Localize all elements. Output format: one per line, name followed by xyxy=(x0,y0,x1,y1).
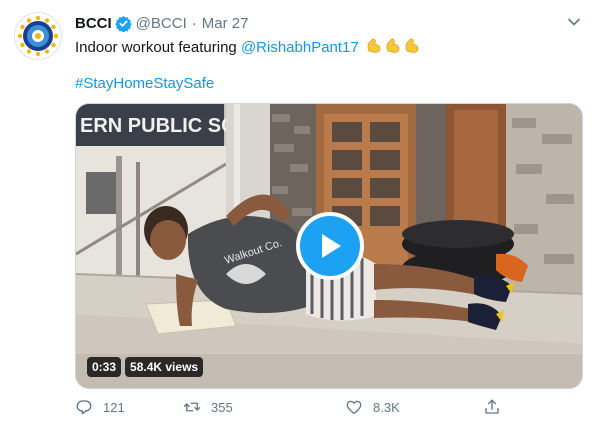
bcci-logo-icon xyxy=(16,14,60,58)
author-name[interactable]: BCCI xyxy=(75,15,112,32)
like-icon xyxy=(346,400,362,415)
avatar[interactable] xyxy=(14,12,62,60)
play-icon xyxy=(322,234,341,258)
tweet-date[interactable]: Mar 27 xyxy=(202,15,249,32)
tweet-card[interactable]: BCCI @BCCI · Mar 27 Indoor workout featu… xyxy=(0,0,595,426)
like-button[interactable]: 8.3K xyxy=(345,398,400,416)
share-icon xyxy=(485,399,499,414)
video-duration: 0:33 xyxy=(87,357,122,377)
video-player[interactable]: ERN PUBLIC SCHOO Walkout Co. 0:33 58.4K … xyxy=(75,103,583,389)
retweet-count: 355 xyxy=(211,399,233,415)
video-overlay: 0:33 58.4K views xyxy=(87,357,204,377)
view-count: 58.4K views xyxy=(125,357,204,377)
separator-dot: · xyxy=(191,14,197,32)
play-button[interactable] xyxy=(296,212,364,280)
share-button[interactable] xyxy=(483,398,501,416)
author-handle[interactable]: @BCCI xyxy=(136,15,187,32)
like-count: 8.3K xyxy=(373,399,400,415)
emoji-text: 💪💪💪 xyxy=(423,36,424,37)
reply-icon xyxy=(76,400,92,415)
tweet-text: Indoor workout featuring @RishabhPant17 … xyxy=(75,36,580,60)
reply-button[interactable]: 121 xyxy=(75,398,125,416)
retweet-icon xyxy=(183,402,201,412)
retweet-button[interactable]: 355 xyxy=(183,398,233,416)
reply-count: 121 xyxy=(103,399,125,415)
verified-badge-icon xyxy=(114,15,132,32)
hashtag-line: #StayHomeStaySafe xyxy=(75,74,214,94)
chevron-down-icon[interactable] xyxy=(566,14,582,30)
mention-link[interactable]: @RishabhPant17 xyxy=(241,39,359,56)
hashtag-link[interactable]: #StayHomeStaySafe xyxy=(75,75,214,92)
tweet-actions: 121 355 8.3K xyxy=(75,398,505,420)
tweet-header: BCCI @BCCI · Mar 27 xyxy=(75,13,248,33)
flexed-biceps-icon: 💪💪💪 xyxy=(365,36,423,60)
tweet-text-prefix: Indoor workout featuring xyxy=(75,38,241,56)
